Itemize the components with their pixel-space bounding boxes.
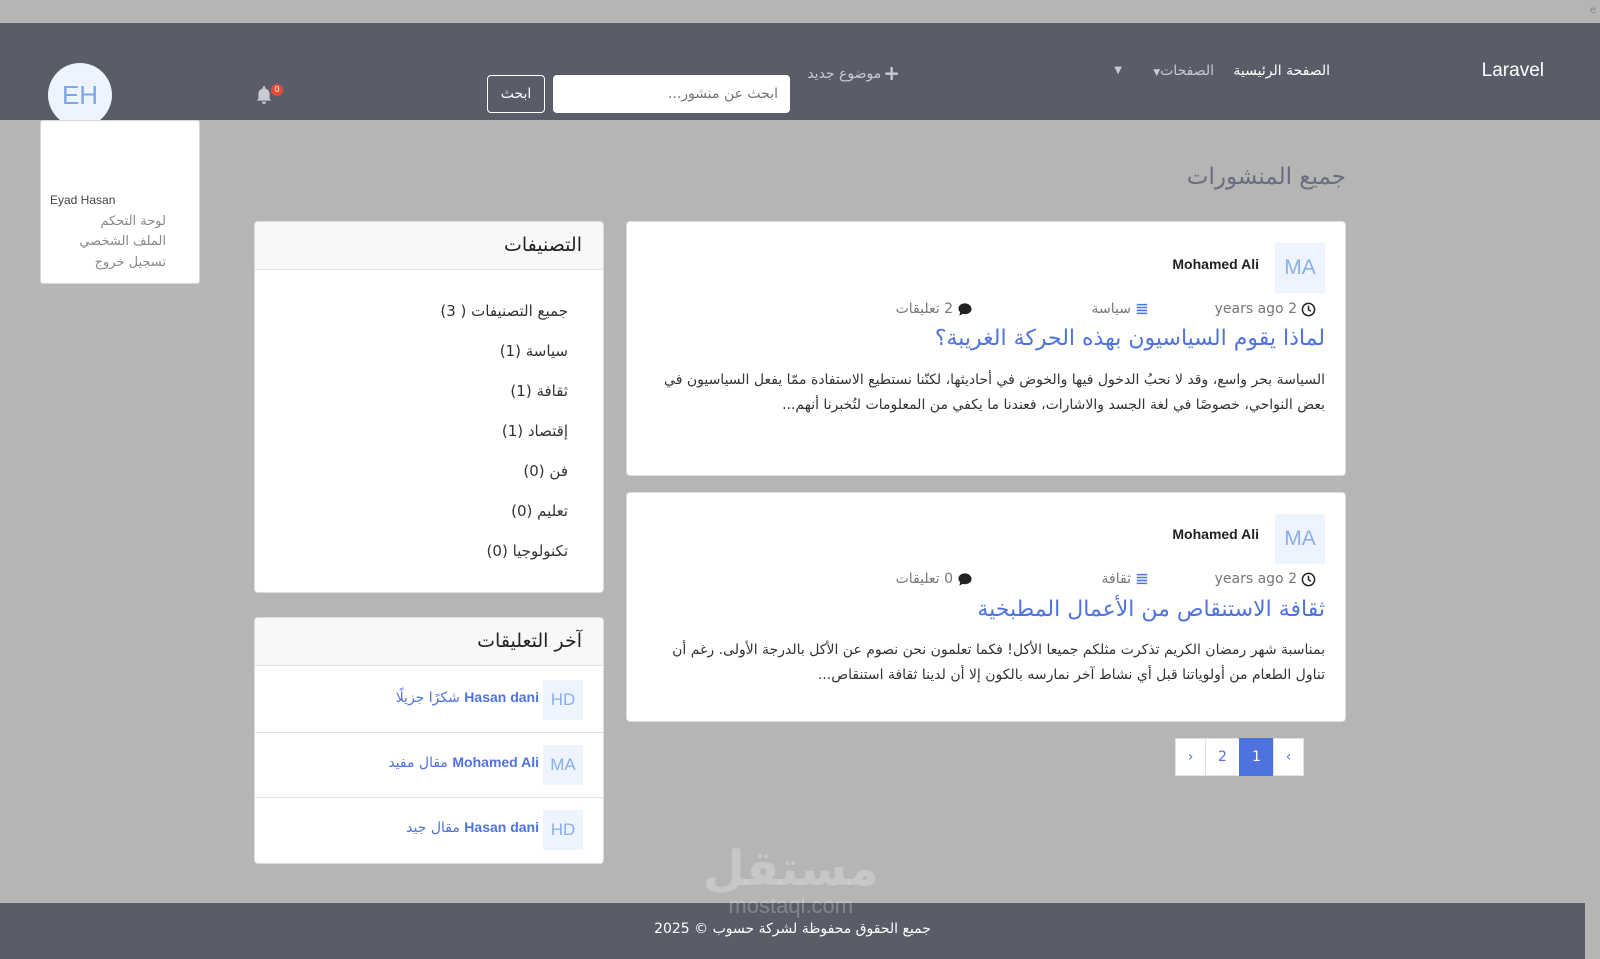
post-time: 2 years ago <box>1215 301 1316 317</box>
navbar: Laravel الصفحة الرئيسية ▼الصفحات ▼ موضوع… <box>0 23 1600 127</box>
comment-body: مقال مفيد <box>388 755 448 771</box>
post-time-text: 2 years ago <box>1214 301 1297 317</box>
user-name: Eyad Hasan <box>50 193 116 207</box>
new-topic-label: موضوع جديد <box>807 66 882 82</box>
comment-body: شكرًا جزيلًا <box>395 690 460 706</box>
search-input[interactable] <box>553 75 790 113</box>
post-comments-count[interactable]: 0 تعليقات <box>896 571 973 587</box>
post-card: MA Mohamed Ali 2 years ago ثقافة 0 تعليق… <box>626 492 1346 722</box>
pagination: › 2 1 ‹ <box>1175 738 1304 776</box>
post-title-link[interactable]: ثقافة الاستنقاص من الأعمال المطبخية <box>977 597 1325 622</box>
footer: جميع الحقوق محفوظة لشركة حسوب © 2025 <box>0 903 1585 959</box>
comment-item[interactable]: HD Hasan dani شكرًا جزيلًا <box>255 668 603 733</box>
nav-home-link[interactable]: الصفحة الرئيسية <box>1233 63 1330 79</box>
brand-link[interactable]: Laravel <box>1482 60 1544 82</box>
post-category-text: سياسة <box>1091 301 1131 317</box>
search-button[interactable]: ابحث <box>487 75 545 113</box>
categories-header: التصنيفات <box>255 222 603 270</box>
pagination-page-2[interactable]: 2 <box>1205 738 1240 776</box>
comment-text: Mohamed Ali مقال مفيد <box>388 754 539 771</box>
post-excerpt: السياسة بحر واسع، وقد لا نحبُ الدخول فيه… <box>664 372 1325 413</box>
comment-author: Mohamed Ali <box>452 754 539 770</box>
browser-top-strip: e <box>0 0 1600 23</box>
comment-icon <box>958 302 972 316</box>
corner-mark: e <box>1589 5 1596 16</box>
list-icon <box>1136 573 1148 585</box>
post-author-avatar: MA <box>1275 514 1325 564</box>
pagination-page-1[interactable]: 1 <box>1239 738 1274 776</box>
post-category-text: ثقافة <box>1101 571 1131 587</box>
category-all[interactable]: جميع التصنيفات ( 3) <box>440 302 568 320</box>
post-title-link[interactable]: لماذا يقوم السياسيون بهذه الحركة الغريبة… <box>935 326 1325 351</box>
pagination-next[interactable]: › <box>1175 738 1206 776</box>
clock-icon <box>1301 572 1316 586</box>
comment-text: Hasan dani شكرًا جزيلًا <box>396 689 539 706</box>
latest-comments-header: آخر التعليقات <box>255 618 603 666</box>
post-author-avatar: MA <box>1275 243 1325 293</box>
post-comments-text: 0 تعليقات <box>895 571 953 587</box>
comment-icon <box>958 572 972 586</box>
post-comments-count[interactable]: 2 تعليقات <box>896 301 973 317</box>
comment-text: Hasan dani مقال جيد <box>406 819 539 836</box>
category-art[interactable]: فن (0) <box>523 462 568 480</box>
user-dropdown-menu: Eyad Hasan لوحة التحكم الملف الشخصي تسجي… <box>40 120 200 284</box>
nav-pages-dropdown[interactable]: ▼الصفحات <box>1150 63 1214 79</box>
post-time-text: 2 years ago <box>1214 571 1297 587</box>
categories-card: التصنيفات جميع التصنيفات ( 3) سياسة (1) … <box>254 221 604 593</box>
post-excerpt: بمناسبة شهر رمضان الكريم تذكرت مثلكم جمي… <box>672 642 1325 683</box>
notification-badge: 0 <box>271 84 283 96</box>
post-category[interactable]: سياسة <box>1092 301 1149 317</box>
user-avatar[interactable]: EH <box>48 63 112 127</box>
comment-item[interactable]: MA Mohamed Ali مقال مفيد <box>255 733 603 798</box>
post-card: MA Mohamed Ali 2 years ago سياسة 2 تعليق… <box>626 221 1346 476</box>
post-time: 2 years ago <box>1215 571 1316 587</box>
clock-icon <box>1301 302 1316 316</box>
comment-author: Hasan dani <box>464 689 539 705</box>
footer-text: جميع الحقوق محفوظة لشركة حسوب © 2025 <box>654 921 931 937</box>
plus-icon: + <box>883 61 900 85</box>
latest-comments-card: آخر التعليقات HD Hasan dani شكرًا جزيلًا… <box>254 617 604 864</box>
new-topic-link[interactable]: موضوع جديد + <box>807 61 900 85</box>
category-technology[interactable]: تكنولوجيا (0) <box>487 542 568 560</box>
post-category[interactable]: ثقافة <box>1102 571 1149 587</box>
post-author-name[interactable]: Mohamed Ali <box>1172 526 1259 542</box>
comment-avatar: HD <box>543 680 583 720</box>
logout-link[interactable]: تسجيل خروج <box>95 255 166 270</box>
category-education[interactable]: تعليم (0) <box>511 502 568 520</box>
category-economy[interactable]: إقتصاد (1) <box>502 422 568 440</box>
page-title: جميع المنشورات <box>1186 164 1346 190</box>
category-culture[interactable]: ثقافة (1) <box>510 382 568 400</box>
post-comments-text: 2 تعليقات <box>895 301 953 317</box>
post-author-name[interactable]: Mohamed Ali <box>1172 256 1259 272</box>
latest-comments-title: آخر التعليقات <box>477 630 582 652</box>
profile-link[interactable]: الملف الشخصي <box>79 234 166 249</box>
comment-avatar: MA <box>543 745 583 785</box>
pagination-prev[interactable]: ‹ <box>1273 738 1304 776</box>
nav-extra-dropdown-toggle[interactable]: ▼ <box>1114 65 1122 76</box>
caret-down-icon: ▼ <box>1114 65 1122 76</box>
comment-item[interactable]: HD Hasan dani مقال جيد <box>255 798 603 863</box>
comment-body: مقال جيد <box>406 820 460 836</box>
nav-pages-label: الصفحات <box>1160 63 1214 79</box>
list-icon <box>1136 303 1148 315</box>
watermark-logo-text: مستقل <box>703 841 879 897</box>
comment-avatar: HD <box>543 810 583 850</box>
dashboard-link[interactable]: لوحة التحكم <box>100 214 166 229</box>
category-politics[interactable]: سياسة (1) <box>500 342 568 360</box>
comment-author: Hasan dani <box>464 819 539 835</box>
categories-title: التصنيفات <box>503 234 582 256</box>
